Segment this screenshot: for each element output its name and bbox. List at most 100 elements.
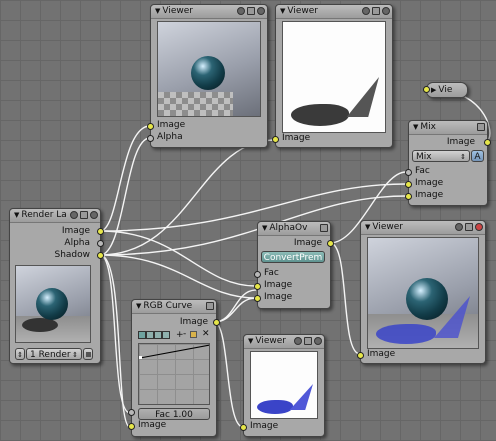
wire-renderlayer-shadow-to-rgbcurve-fac — [99, 254, 131, 414]
channel-tab-g[interactable] — [154, 331, 162, 339]
wire-renderlayer-image-to-viewer1-image — [99, 125, 151, 232]
rgb-curves-node[interactable]: ▼ RGB Curve Image + - ✕ Fac 1.00 Image — [128, 299, 220, 437]
output-label-image: Image — [61, 226, 90, 236]
alpha-over-node[interactable]: ▼ AlphaOv Image ConvertPrem Fac Image Ima… — [254, 221, 334, 309]
render-layers-node[interactable]: ▼ Render La Image Alpha Shadow ⇕ 1 Render… — [9, 208, 104, 364]
node-hide-icon[interactable] — [362, 7, 370, 15]
viewer-node-collapsed[interactable]: ▶ Vie — [423, 82, 468, 98]
node-close-icon[interactable] — [314, 337, 322, 345]
viewer-node-4[interactable]: ▼ Viewer Image — [240, 334, 325, 437]
node-close-icon[interactable] — [475, 223, 483, 231]
node-hide-icon[interactable] — [237, 7, 245, 15]
node-header[interactable]: ▼ Mix — [409, 121, 487, 135]
output-socket-image[interactable] — [484, 139, 491, 146]
delete-icon[interactable]: ✕ — [202, 329, 210, 339]
input-socket-fac[interactable] — [128, 409, 135, 416]
convert-premul-toggle[interactable]: ConvertPrem — [261, 251, 325, 263]
input-socket-image-1[interactable] — [405, 181, 412, 188]
node-preview-toggle-icon[interactable] — [465, 223, 473, 231]
render-button[interactable] — [83, 348, 93, 360]
input-socket-alpha[interactable] — [147, 135, 154, 142]
shadow-shape — [22, 318, 58, 332]
channel-tab-b[interactable] — [162, 331, 170, 339]
wire-renderlayer-image-to-alphaover-image — [99, 230, 257, 287]
node-hide-icon[interactable] — [294, 337, 302, 345]
node-header[interactable]: ▼ RGB Curve — [132, 300, 216, 314]
input-socket-image-2[interactable] — [254, 295, 261, 302]
node-header[interactable]: ▼ Render La — [10, 209, 100, 223]
zoom-out-icon[interactable]: - — [183, 329, 186, 339]
input-label-image: Image — [282, 133, 311, 143]
collapse-triangle-icon[interactable]: ▼ — [413, 123, 418, 131]
viewer-node-2[interactable]: ▼ Viewer Image — [272, 4, 393, 148]
input-socket-image[interactable] — [272, 136, 279, 143]
node-header[interactable]: ▼ Viewer — [244, 335, 324, 349]
output-socket-image[interactable] — [327, 240, 334, 247]
input-socket-image[interactable] — [240, 424, 247, 431]
collapse-triangle-icon[interactable]: ▼ — [365, 223, 370, 231]
node-preview-toggle-icon[interactable] — [80, 211, 88, 219]
wire-renderlayer-shadow-to-viewer2-image — [99, 139, 276, 256]
node-close-icon[interactable] — [382, 7, 390, 15]
fac-value: Fac 1.00 — [155, 410, 193, 420]
node-header[interactable]: ▼ Viewer — [276, 5, 392, 19]
input-socket-image[interactable] — [423, 86, 430, 93]
input-label-image: Image — [367, 349, 396, 359]
node-preview-toggle-icon[interactable] — [477, 123, 485, 131]
wire-renderlayer-shadow-to-rgbcurve-image — [99, 254, 131, 428]
node-header[interactable]: ▶ Vie — [427, 83, 467, 97]
curve-editor[interactable] — [138, 343, 210, 405]
preview-image — [157, 21, 261, 117]
viewer-node-1[interactable]: ▼ Viewer Image Alpha — [147, 4, 268, 148]
clipping-icon[interactable] — [190, 331, 197, 338]
node-close-icon[interactable] — [90, 211, 98, 219]
node-preview-toggle-icon[interactable] — [372, 7, 380, 15]
node-title: AlphaOv — [269, 223, 308, 233]
input-socket-image-1[interactable] — [254, 283, 261, 290]
node-preview-toggle-icon[interactable] — [206, 302, 214, 310]
browse-layer-icon: ⇕ — [17, 351, 23, 359]
input-socket-fac[interactable] — [405, 169, 412, 176]
node-preview-toggle-icon[interactable] — [247, 7, 255, 15]
use-alpha-toggle[interactable]: A — [471, 150, 484, 162]
mix-node[interactable]: ▼ Mix Image Mix ⇕ A Fac Image Image — [405, 120, 491, 206]
collapse-triangle-icon[interactable]: ▼ — [280, 7, 285, 15]
node-title: Mix — [420, 122, 436, 132]
input-socket-image[interactable] — [147, 123, 154, 130]
sphere-render — [406, 278, 448, 320]
node-header[interactable]: ▼ AlphaOv — [258, 222, 330, 236]
collapse-triangle-icon[interactable]: ▼ — [155, 7, 160, 15]
input-label-image-1: Image — [415, 178, 444, 188]
output-socket-shadow[interactable] — [97, 252, 104, 259]
node-title: Vie — [438, 85, 453, 95]
collapse-triangle-icon[interactable]: ▼ — [262, 224, 267, 232]
node-preview-toggle-icon[interactable] — [304, 337, 312, 345]
render-layer-select[interactable]: 1 Render ⇕ — [26, 348, 82, 360]
wire-rgbcurve-to-viewer4-image — [213, 321, 244, 428]
blue-shadow-shape — [376, 324, 436, 344]
output-socket-image[interactable] — [97, 228, 104, 235]
output-socket-alpha[interactable] — [97, 240, 104, 247]
node-title: Viewer — [255, 336, 286, 346]
node-header[interactable]: ▼ Viewer — [151, 5, 267, 19]
fac-slider[interactable]: Fac 1.00 — [138, 408, 210, 420]
layer-browse-button[interactable]: ⇕ — [15, 348, 25, 360]
node-close-icon[interactable] — [257, 7, 265, 15]
input-socket-image[interactable] — [357, 352, 364, 359]
collapse-triangle-icon[interactable]: ▼ — [14, 211, 19, 219]
node-hide-icon[interactable] — [455, 223, 463, 231]
blend-mode-select[interactable]: Mix ⇕ — [412, 150, 470, 162]
input-socket-image[interactable] — [128, 423, 135, 430]
node-preview-toggle-icon[interactable] — [320, 224, 328, 232]
collapse-triangle-icon[interactable]: ▼ — [136, 302, 141, 310]
node-hide-icon[interactable] — [70, 211, 78, 219]
channel-tab-r[interactable] — [146, 331, 154, 339]
channel-tab-c[interactable] — [138, 331, 146, 339]
viewer-node-3[interactable]: ▼ Viewer Image — [357, 220, 486, 364]
input-socket-fac[interactable] — [254, 271, 261, 278]
collapse-triangle-icon[interactable]: ▼ — [248, 337, 253, 345]
collapse-triangle-icon[interactable]: ▶ — [431, 86, 436, 94]
node-header[interactable]: ▼ Viewer — [361, 221, 485, 235]
output-socket-image[interactable] — [213, 319, 220, 326]
input-socket-image-2[interactable] — [405, 193, 412, 200]
